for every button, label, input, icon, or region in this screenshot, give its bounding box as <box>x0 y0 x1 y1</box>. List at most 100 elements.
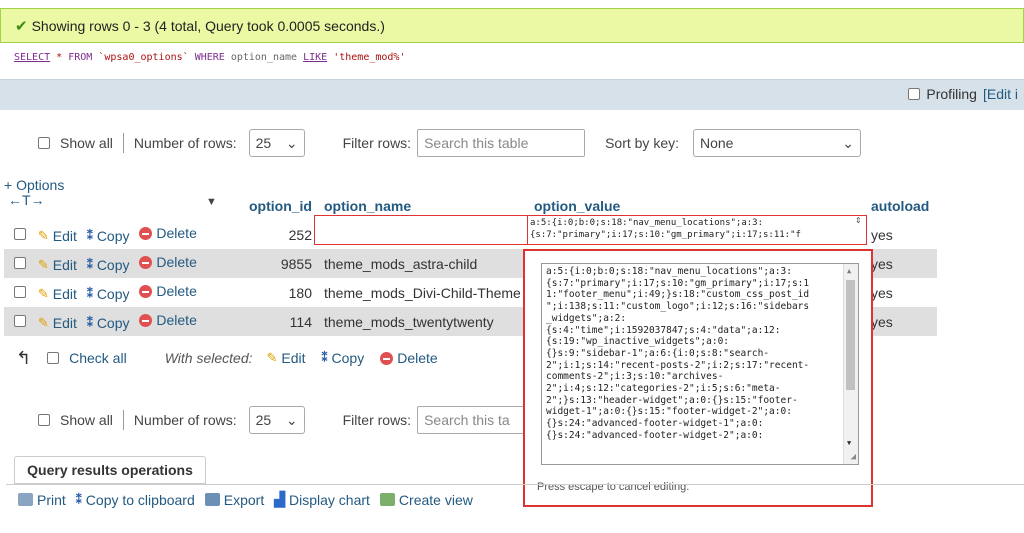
copy-button[interactable]: ⁑ Copy <box>87 228 130 244</box>
rows-label: Number of rows: <box>133 135 237 151</box>
copy-icon: ⁑ <box>321 351 328 365</box>
copy-icon: ⁑ <box>86 286 93 301</box>
edit-button[interactable]: ✎ Edit <box>38 228 77 244</box>
filter-input[interactable]: Search this table <box>417 129 586 157</box>
autoload-cell[interactable]: yes <box>865 278 937 307</box>
delete-icon <box>139 255 153 269</box>
bulk-edit-button[interactable]: ✎ Edit <box>267 350 306 366</box>
bulk-delete-label: Delete <box>397 350 438 366</box>
autoload-cell[interactable]: yes <box>865 219 937 249</box>
sort-select[interactable]: None ⌄ <box>693 129 861 157</box>
show-all-checkbox[interactable] <box>38 137 50 149</box>
edit-button[interactable]: ✎ Edit <box>38 315 77 331</box>
sql-column: option_name <box>230 52 298 63</box>
rows-select[interactable]: 25 ⌄ <box>248 129 305 157</box>
copy-label: Copy <box>96 256 130 273</box>
resize-handle-icon[interactable]: ◢ <box>851 452 856 464</box>
copy-button[interactable]: ⁑ Copy <box>87 315 130 331</box>
row-actions: ✎ Edit ⁑ Copy Delete <box>4 307 236 336</box>
column-header[interactable]: autoload <box>865 193 937 220</box>
copy-icon: ⁑ <box>86 315 93 330</box>
column-header[interactable]: option_id <box>236 193 318 220</box>
scrollbar[interactable]: ▲ ▼ <box>843 264 858 464</box>
delete-button[interactable]: Delete <box>139 312 197 329</box>
check-all-checkbox[interactable] <box>47 352 60 364</box>
option-id-cell[interactable]: 180 <box>236 278 318 307</box>
profiling-checkbox[interactable] <box>908 88 921 100</box>
value-editor-popup: a:5:{i:0;b:0;s:18:"nav_menu_locations";a… <box>523 249 873 507</box>
scroll-thumb[interactable] <box>846 280 855 390</box>
create-view-label: Create view <box>398 491 473 508</box>
rows-select[interactable]: 25 ⌄ <box>248 406 305 434</box>
query-toolbar <box>0 79 1024 110</box>
delete-icon <box>139 226 153 240</box>
scroll-up-icon[interactable]: ▲ <box>847 266 851 278</box>
option-id-cell[interactable]: 252 <box>236 219 318 249</box>
query-results-operations-tab[interactable]: Query results operations <box>14 456 206 484</box>
separator <box>122 133 124 153</box>
edit-inline-link[interactable]: [Edit i <box>983 86 1018 102</box>
chevron-down-icon: ⌄ <box>842 134 854 151</box>
checkmark-icon: ✔ <box>15 17 28 35</box>
copy-icon: ⁑ <box>86 257 93 272</box>
delete-label: Delete <box>156 225 197 242</box>
bulk-copy-button[interactable]: ⁑ Copy <box>322 350 365 366</box>
copy-clipboard-label: Copy to clipboard <box>85 491 195 508</box>
display-chart-link[interactable]: ▟ Display chart <box>274 491 370 508</box>
option-name-cell[interactable]: theme_mods_astra-child <box>318 249 528 278</box>
scroll-down-icon[interactable]: ▼ <box>847 438 851 450</box>
chevron-down-icon: ⌄ <box>285 134 298 151</box>
autoload-cell[interactable]: yes <box>865 249 937 278</box>
autoload-cell[interactable]: yes <box>865 307 937 336</box>
row-checkbox[interactable] <box>14 256 26 269</box>
sql-table: `wpsa0_options` <box>98 52 189 63</box>
copy-button[interactable]: ⁑ Copy <box>87 257 130 273</box>
sql-like[interactable]: LIKE <box>303 52 327 63</box>
row-checkbox[interactable] <box>14 314 26 327</box>
delete-button[interactable]: Delete <box>139 254 197 270</box>
edit-label: Edit <box>52 227 77 244</box>
edit-button[interactable]: ✎ Edit <box>38 286 77 302</box>
delete-button[interactable]: Delete <box>139 225 197 242</box>
chevron-down-icon: ⌄ <box>285 411 298 428</box>
rows-value: 25 <box>255 412 272 428</box>
sort-label: Sort by key: <box>605 135 679 151</box>
check-all-label[interactable]: Check all <box>69 350 127 366</box>
success-text: Showing rows 0 - 3 (4 total, Query took … <box>31 17 385 34</box>
pencil-icon: ✎ <box>37 256 49 272</box>
edit-button[interactable]: ✎ Edit <box>38 257 77 273</box>
option-name-cell[interactable]: theme_mods_twentytwenty <box>318 307 528 336</box>
sql-select[interactable]: SELECT <box>14 52 50 63</box>
options-link[interactable]: + Options <box>4 177 64 193</box>
delete-label: Delete <box>156 283 197 300</box>
value-textarea[interactable]: a:5:{i:0;b:0;s:18:"nav_menu_locations";a… <box>541 263 859 465</box>
sql-star: * <box>56 52 63 63</box>
filter-input[interactable]: Search this ta <box>417 406 538 434</box>
copy-clipboard-link[interactable]: ⁑ Copy to clipboard <box>76 491 195 508</box>
create-view-link[interactable]: Create view <box>379 491 473 508</box>
delete-icon <box>139 284 153 298</box>
inline-value-editor[interactable]: a:5:{i:0;b:0;s:18:"nav_menu_locations";a… <box>527 215 867 245</box>
row-checkbox[interactable] <box>14 227 26 240</box>
copy-button[interactable]: ⁑ Copy <box>87 286 130 302</box>
bulk-delete-button[interactable]: Delete <box>380 350 438 366</box>
sql-from: FROM <box>68 52 93 63</box>
option-id-cell[interactable]: 9855 <box>236 249 318 278</box>
row-checkbox[interactable] <box>14 285 26 298</box>
option-name-cell[interactable]: theme_mods_Divi-Child-Theme <box>318 278 528 307</box>
display-chart-label: Display chart <box>289 491 370 508</box>
delete-button[interactable]: Delete <box>139 283 197 300</box>
delete-label: Delete <box>156 312 197 329</box>
export-link[interactable]: Export <box>204 491 264 508</box>
actions-header <box>4 193 236 220</box>
filter-label: Filter rows: <box>342 135 412 151</box>
value-text: a:5:{i:0;b:0;s:18:"nav_menu_locations";a… <box>546 266 810 441</box>
row-actions: ✎ Edit ⁑ Copy Delete <box>4 278 236 307</box>
export-icon <box>204 493 220 506</box>
print-link[interactable]: Print <box>18 491 66 508</box>
spin-arrows-icon[interactable]: ⇕ <box>855 216 862 225</box>
edit-label: Edit <box>52 256 77 273</box>
show-all-label: Show all <box>60 135 113 151</box>
option-id-cell[interactable]: 114 <box>236 307 318 336</box>
show-all-checkbox[interactable] <box>38 414 50 426</box>
